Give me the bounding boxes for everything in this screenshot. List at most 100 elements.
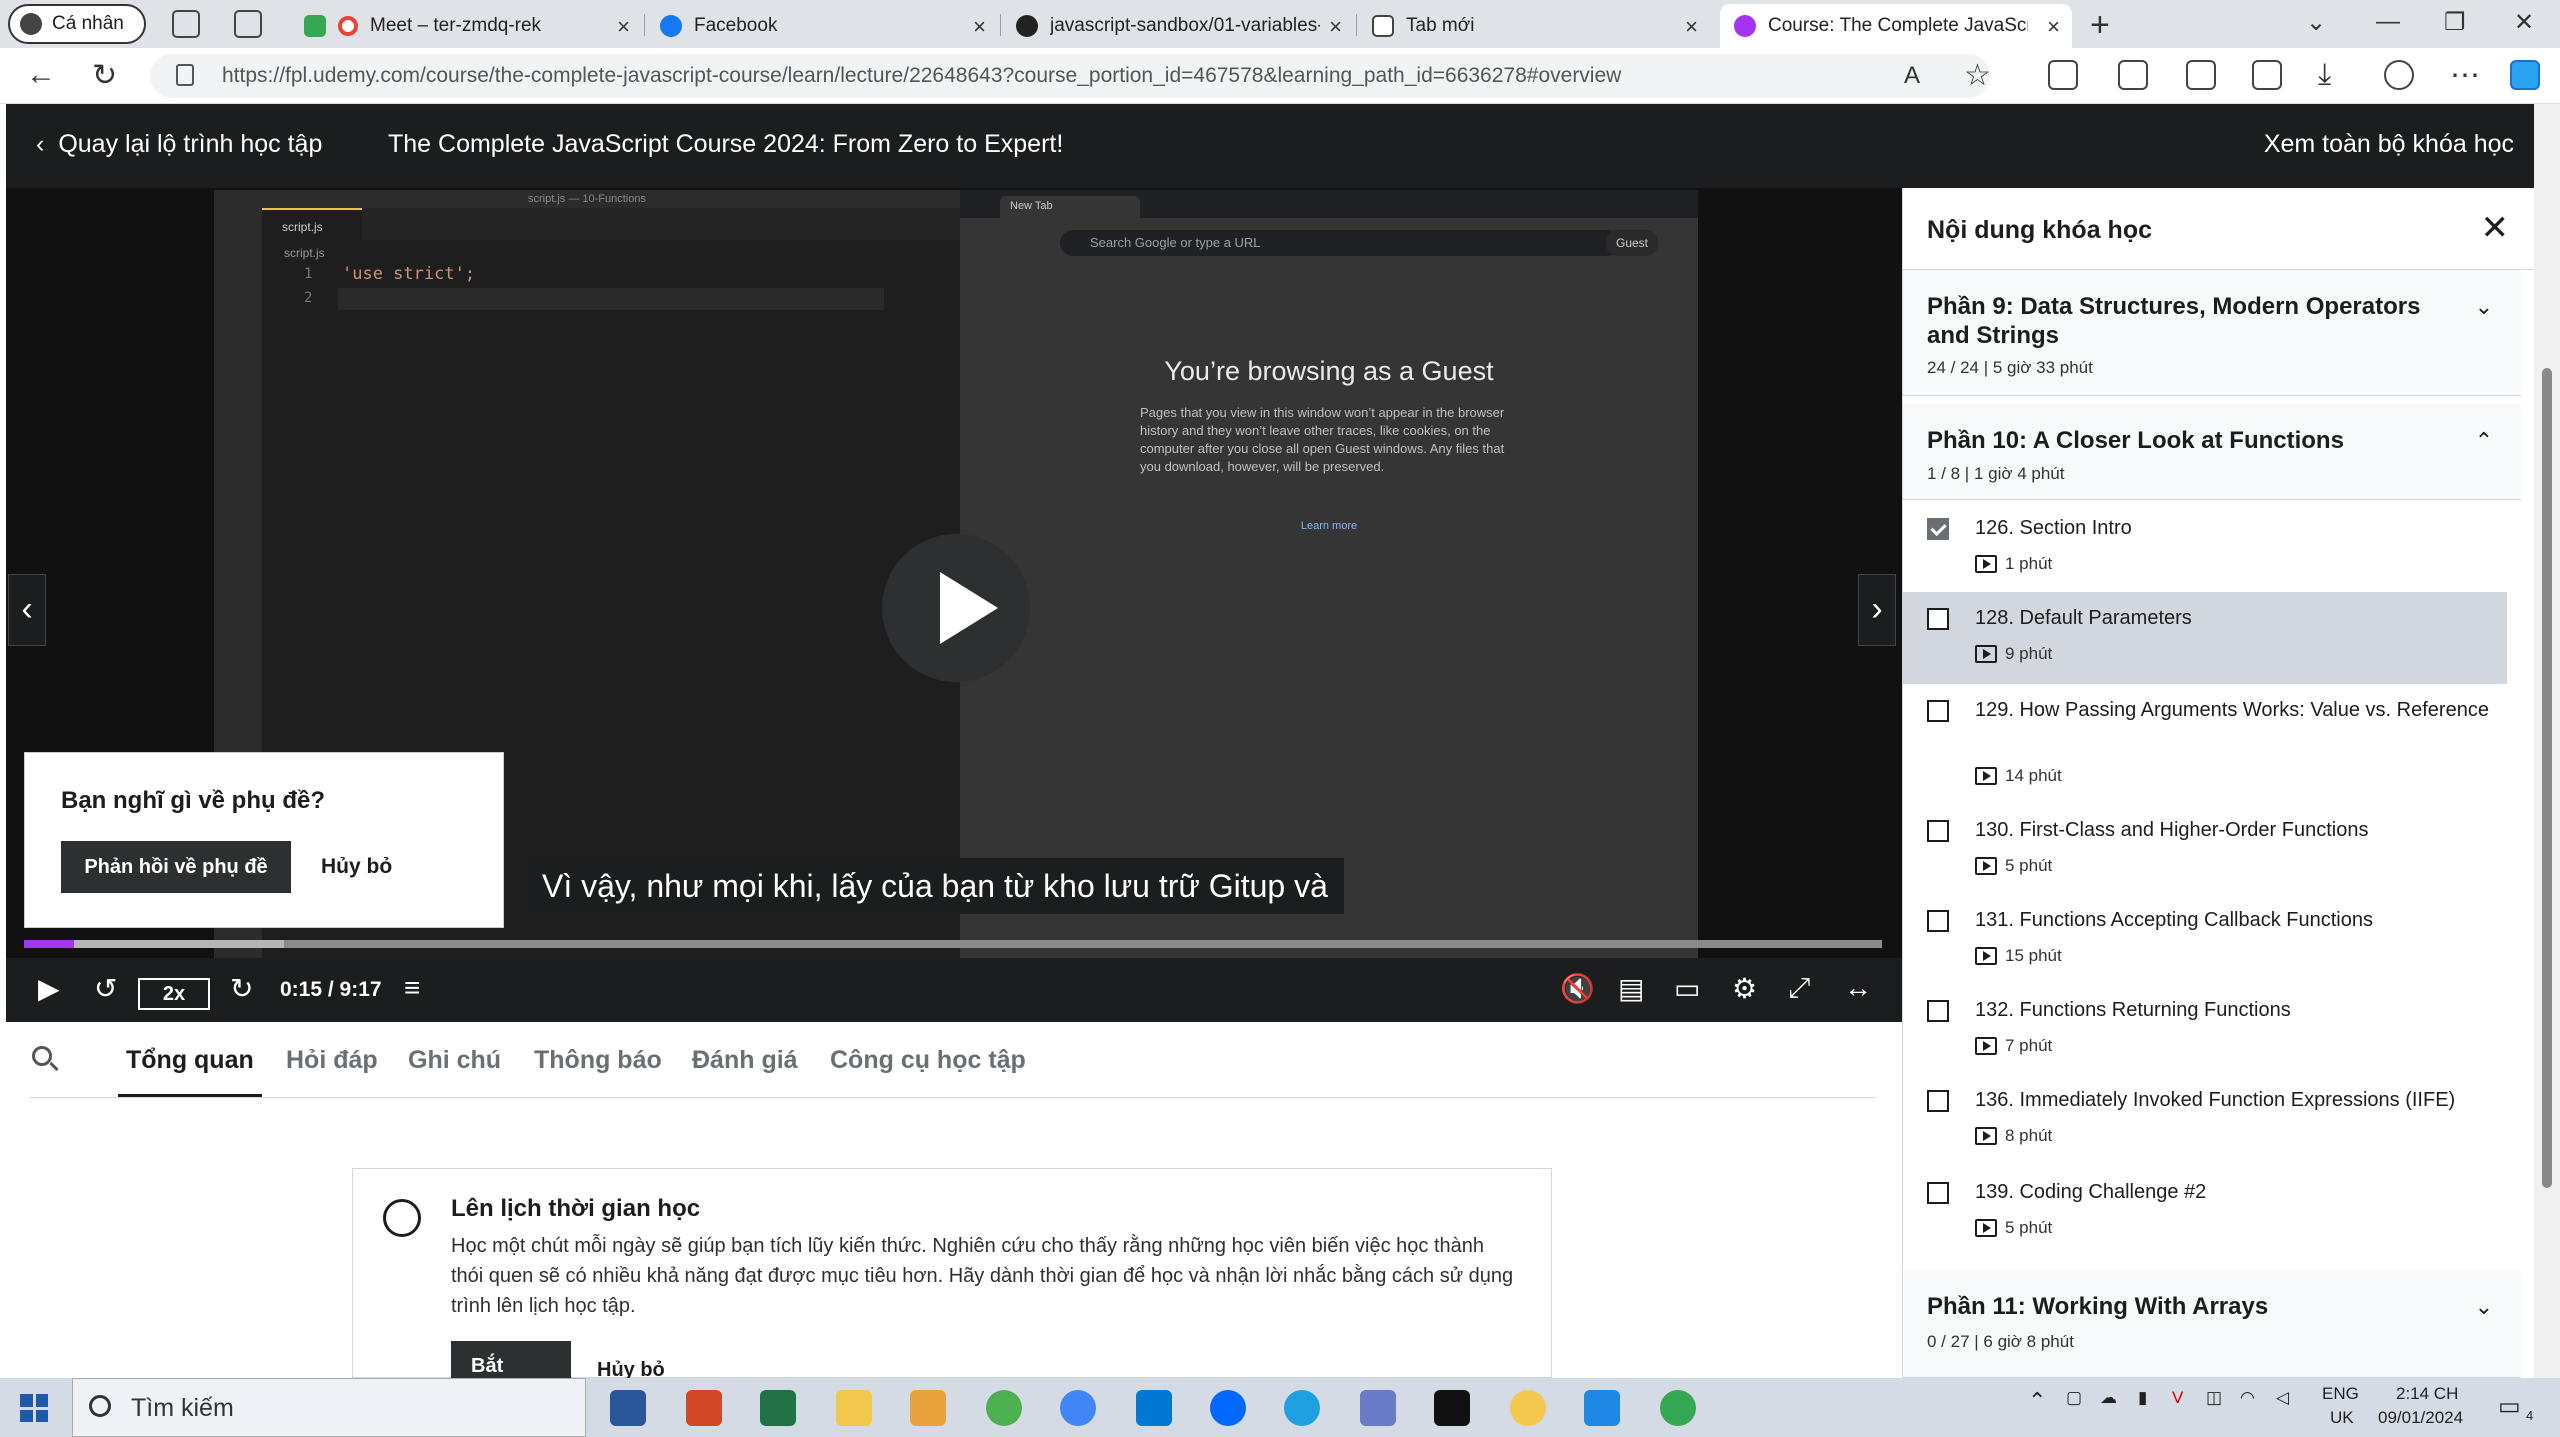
onedrive-icon[interactable]: ☁	[2100, 1388, 2117, 1408]
clock-time[interactable]: 2:14 CH	[2396, 1384, 2458, 1404]
app-icon[interactable]	[1584, 1390, 1620, 1426]
lock-icon[interactable]	[176, 64, 194, 86]
tab-reviews[interactable]: Đánh giá	[692, 1046, 798, 1075]
tab-notes[interactable]: Ghi chú	[408, 1046, 501, 1075]
antivirus-icon[interactable]: V	[2172, 1388, 2183, 1408]
file-explorer-icon[interactable]	[836, 1390, 872, 1426]
edge-icon[interactable]	[1284, 1390, 1320, 1426]
clock-date[interactable]: 09/01/2024	[2378, 1408, 2463, 1428]
zalo-icon[interactable]	[1210, 1390, 1246, 1426]
tab-meet[interactable]: Meet – ter-zmdq-rek ×	[290, 4, 642, 48]
see-all-course-link[interactable]: Xem toàn bộ khóa học	[2264, 130, 2514, 159]
chrome-icon[interactable]	[1060, 1390, 1096, 1426]
close-tab-icon[interactable]: ×	[973, 14, 986, 40]
transcript-icon[interactable]: ▤	[1618, 972, 1644, 1005]
tab-qa[interactable]: Hỏi đáp	[286, 1046, 378, 1075]
vscode-icon[interactable]	[1136, 1390, 1172, 1426]
minimize-button[interactable]: —	[2376, 8, 2400, 36]
snipping-tool-icon[interactable]	[910, 1390, 946, 1426]
add-note-icon[interactable]: ≡	[404, 972, 420, 1004]
powerpoint-icon[interactable]	[686, 1390, 722, 1426]
favorite-star-icon[interactable]: ☆	[1964, 58, 1991, 93]
excel-icon[interactable]	[760, 1390, 796, 1426]
completed-checkbox[interactable]	[1927, 518, 1949, 540]
extensions-icon[interactable]	[2048, 60, 2078, 90]
app-icon[interactable]	[1360, 1390, 1396, 1426]
close-tab-icon[interactable]: ×	[1329, 14, 1342, 40]
tab-github[interactable]: javascript-sandbox/01-variables- ×	[1002, 4, 1354, 48]
favorites-icon[interactable]	[2186, 60, 2216, 90]
next-lecture-button[interactable]: ›	[1858, 574, 1896, 646]
scrollbar-thumb[interactable]	[2542, 368, 2552, 1188]
chrome-profile-icon[interactable]	[1660, 1390, 1696, 1426]
lecture-checkbox[interactable]	[1927, 1090, 1949, 1112]
split-screen-icon[interactable]	[2118, 60, 2148, 90]
video-player[interactable]: script.js — 10-Functions script.js scrip…	[6, 188, 1902, 1022]
close-tab-icon[interactable]: ×	[1685, 14, 1698, 40]
settings-gear-icon[interactable]: ⚙	[1732, 972, 1757, 1005]
play-icon[interactable]: ▶	[38, 972, 60, 1005]
close-tab-icon[interactable]: ×	[2047, 14, 2060, 40]
tab-overview[interactable]: Tổng quan	[118, 1046, 262, 1097]
tab-facebook[interactable]: Facebook ×	[646, 4, 998, 48]
tray-chevron-up-icon[interactable]: ⌃	[2028, 1388, 2046, 1414]
lecture-checkbox[interactable]	[1927, 700, 1949, 722]
lecture-checkbox[interactable]	[1927, 1182, 1949, 1204]
forward-icon[interactable]: ↻	[230, 972, 253, 1005]
lecture-item[interactable]: 132. Functions Returning Functions 7 phú…	[1903, 984, 2507, 1074]
copilot-icon[interactable]	[2510, 60, 2540, 90]
lecture-item[interactable]: 129. How Passing Arguments Works: Value …	[1903, 684, 2507, 804]
lecture-item[interactable]: 130. First-Class and Higher-Order Functi…	[1903, 804, 2507, 894]
close-sidebar-icon[interactable]: ✕	[2481, 208, 2510, 248]
expand-theater-icon[interactable]: ↔	[1844, 972, 1872, 1004]
section-10[interactable]: Phần 10: A Closer Look at Functions 1 / …	[1903, 404, 2521, 500]
mute-icon[interactable]: 🔇	[1560, 972, 1595, 1005]
emoji-app-icon[interactable]	[1510, 1390, 1546, 1426]
usb-icon[interactable]: ▮	[2138, 1388, 2147, 1408]
captions-icon[interactable]: ▭	[1674, 972, 1700, 1005]
schedule-start-button[interactable]: Bắt đầu	[451, 1341, 571, 1400]
wifi-icon[interactable]: ◠	[2240, 1388, 2255, 1408]
close-tab-icon[interactable]: ×	[617, 14, 630, 40]
collections-icon[interactable]	[2252, 60, 2282, 90]
browser-essentials-icon[interactable]	[2384, 60, 2414, 90]
dismiss-feedback-button[interactable]: Hủy bỏ	[321, 841, 392, 893]
section-11[interactable]: Phần 11: Working With Arrays 0 / 27 | 6 …	[1903, 1270, 2521, 1378]
tab-new-tab[interactable]: Tab mới ×	[1358, 4, 1710, 48]
notifications-icon[interactable]: ▭	[2498, 1392, 2521, 1421]
vertical-tabs-icon[interactable]	[234, 10, 262, 38]
app-icon[interactable]	[986, 1390, 1022, 1426]
windows-start-icon[interactable]	[20, 1394, 48, 1422]
lecture-checkbox[interactable]	[1927, 1000, 1949, 1022]
rewind-icon[interactable]: ↺	[94, 972, 117, 1005]
page-scrollbar[interactable]	[2534, 104, 2560, 1378]
lecture-item[interactable]: 136. Immediately Invoked Function Expres…	[1903, 1074, 2507, 1166]
volume-icon[interactable]: ◁	[2276, 1388, 2289, 1408]
capcut-icon[interactable]	[1434, 1390, 1470, 1426]
network-icon[interactable]: ◫	[2206, 1388, 2222, 1408]
lecture-item-current[interactable]: 128. Default Parameters 9 phút	[1903, 592, 2507, 684]
caption-feedback-button[interactable]: Phản hồi về phụ đề	[61, 841, 291, 893]
url-field[interactable]: https://fpl.udemy.com/course/the-complet…	[150, 54, 1990, 98]
back-arrow-icon[interactable]: ←	[26, 58, 56, 92]
settings-more-icon[interactable]: ⋯	[2450, 58, 2480, 93]
tab-udemy-course[interactable]: Course: The Complete JavaScript ×	[1720, 4, 2072, 48]
new-tab-button[interactable]: +	[2090, 6, 2110, 45]
lecture-item[interactable]: 139. Coding Challenge #2 5 phút	[1903, 1166, 2507, 1256]
downloads-icon[interactable]: ⤓	[2318, 58, 2331, 92]
video-progress-bar[interactable]	[24, 940, 1882, 948]
playback-speed-button[interactable]: 2x	[138, 978, 210, 1010]
previous-lecture-button[interactable]: ‹	[8, 574, 46, 646]
word-icon[interactable]	[610, 1390, 646, 1426]
lecture-checkbox[interactable]	[1927, 820, 1949, 842]
taskbar-search[interactable]: Tìm kiếm	[72, 1378, 586, 1437]
section-9[interactable]: Phần 9: Data Structures, Modern Operator…	[1903, 270, 2521, 396]
read-aloud-icon[interactable]: A	[1904, 62, 1920, 90]
close-window-button[interactable]: ✕	[2514, 8, 2534, 37]
tray-icon[interactable]: ▢	[2066, 1388, 2082, 1408]
lecture-checkbox[interactable]	[1927, 910, 1949, 932]
refresh-icon[interactable]: ↻	[92, 58, 117, 93]
language-region[interactable]: UK	[2330, 1408, 2354, 1428]
tab-actions-chevron-icon[interactable]: ⌄	[2306, 8, 2326, 37]
back-to-learning-path-link[interactable]: ‹ Quay lại lộ trình học tập	[36, 130, 322, 159]
